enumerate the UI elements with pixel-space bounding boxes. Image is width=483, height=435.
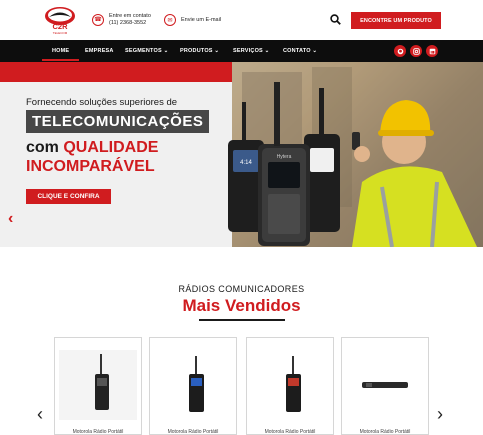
email-label: Envie um E-mail <box>181 16 222 23</box>
linkedin-icon[interactable] <box>426 45 438 57</box>
top-header: C2R TELECOM ☎ Entre em contato (11) 2368… <box>0 0 483 40</box>
hero-highlight: TELECOMUNICAÇÕES <box>26 110 210 133</box>
main-nav: HOME EMPRESA SEGMENTOS ⌄ PRODUTOS ⌄ SERV… <box>0 40 483 62</box>
phone-number: (11) 2368-3552 <box>109 19 147 26</box>
product-card[interactable]: Motorola Rádio Portátil <box>54 337 142 435</box>
product-name: Motorola Rádio Portátil <box>167 429 219 435</box>
section-subtitle: RÁDIOS COMUNICADORES <box>178 284 305 294</box>
hero-cta-button[interactable]: CLIQUE E CONFIRA <box>26 189 111 204</box>
radios-image: 4:14 Hytera <box>228 82 340 246</box>
c2r-logo[interactable]: C2R TELECOM <box>42 5 78 35</box>
email-contact[interactable]: ✉ Envie um E-mail <box>164 14 221 26</box>
products-next-arrow[interactable]: › <box>437 404 443 425</box>
nav-item-empresa[interactable]: EMPRESA <box>85 48 114 54</box>
nav-item-home[interactable]: HOME <box>52 48 69 54</box>
email-icon: ✉ <box>164 14 176 26</box>
hero-line3-red: QUALIDADE <box>63 139 159 156</box>
section-title: Mais Vendidos <box>182 296 301 315</box>
product-name: Motorola Rádio Portátil <box>72 429 124 435</box>
product-name: Motorola Rádio Portátil <box>264 429 316 435</box>
hero-subtitle: Fornecendo soluções superiores de <box>26 97 178 108</box>
logo-subtext: TELECOM <box>53 31 68 35</box>
github-icon[interactable] <box>394 45 406 57</box>
nav-item-servicos[interactable]: SERVIÇOS ⌄ <box>233 48 269 54</box>
nav-item-contato[interactable]: CONTATO ⌄ <box>283 48 317 54</box>
product-image <box>189 356 204 412</box>
nav-item-segmentos[interactable]: SEGMENTOS ⌄ <box>125 48 168 54</box>
radio-time-text: 4:14 <box>240 160 252 166</box>
logo-text: C2R <box>52 22 68 31</box>
hero-line-quality: com QUALIDADE <box>26 139 158 157</box>
hero-line3-prefix: com <box>26 139 64 156</box>
product-card[interactable]: Motorola Rádio Portátil <box>341 337 429 435</box>
product-name: Motorola Rádio Portátil <box>359 429 411 435</box>
nav-active-indicator <box>42 59 79 61</box>
instagram-icon[interactable] <box>410 45 422 57</box>
product-image <box>362 382 408 388</box>
product-image <box>59 350 137 420</box>
product-image <box>286 356 301 412</box>
hero-prev-arrow[interactable]: ‹ <box>8 210 13 228</box>
hero-line-incomparable: INCOMPARÁVEL <box>26 158 155 175</box>
product-card[interactable]: Motorola Rádio Portátil <box>246 337 334 435</box>
phone-icon: ☎ <box>92 13 104 26</box>
find-product-button[interactable]: ENCONTRE UM PRODUTO <box>351 12 441 29</box>
nav-item-produtos[interactable]: PRODUTOS ⌄ <box>180 48 219 54</box>
product-card[interactable]: Motorola Rádio Portátil <box>149 337 237 435</box>
phone-contact[interactable]: ☎ Entre em contato (11) 2368-3552 <box>92 13 151 26</box>
products-prev-arrow[interactable]: ‹ <box>37 404 43 425</box>
section-divider <box>199 319 285 321</box>
search-icon[interactable] <box>330 14 341 25</box>
phone-label: Entre em contato <box>109 13 151 19</box>
page: C2R TELECOM ☎ Entre em contato (11) 2368… <box>0 0 483 435</box>
radio-brand-text: Hytera <box>277 154 292 160</box>
